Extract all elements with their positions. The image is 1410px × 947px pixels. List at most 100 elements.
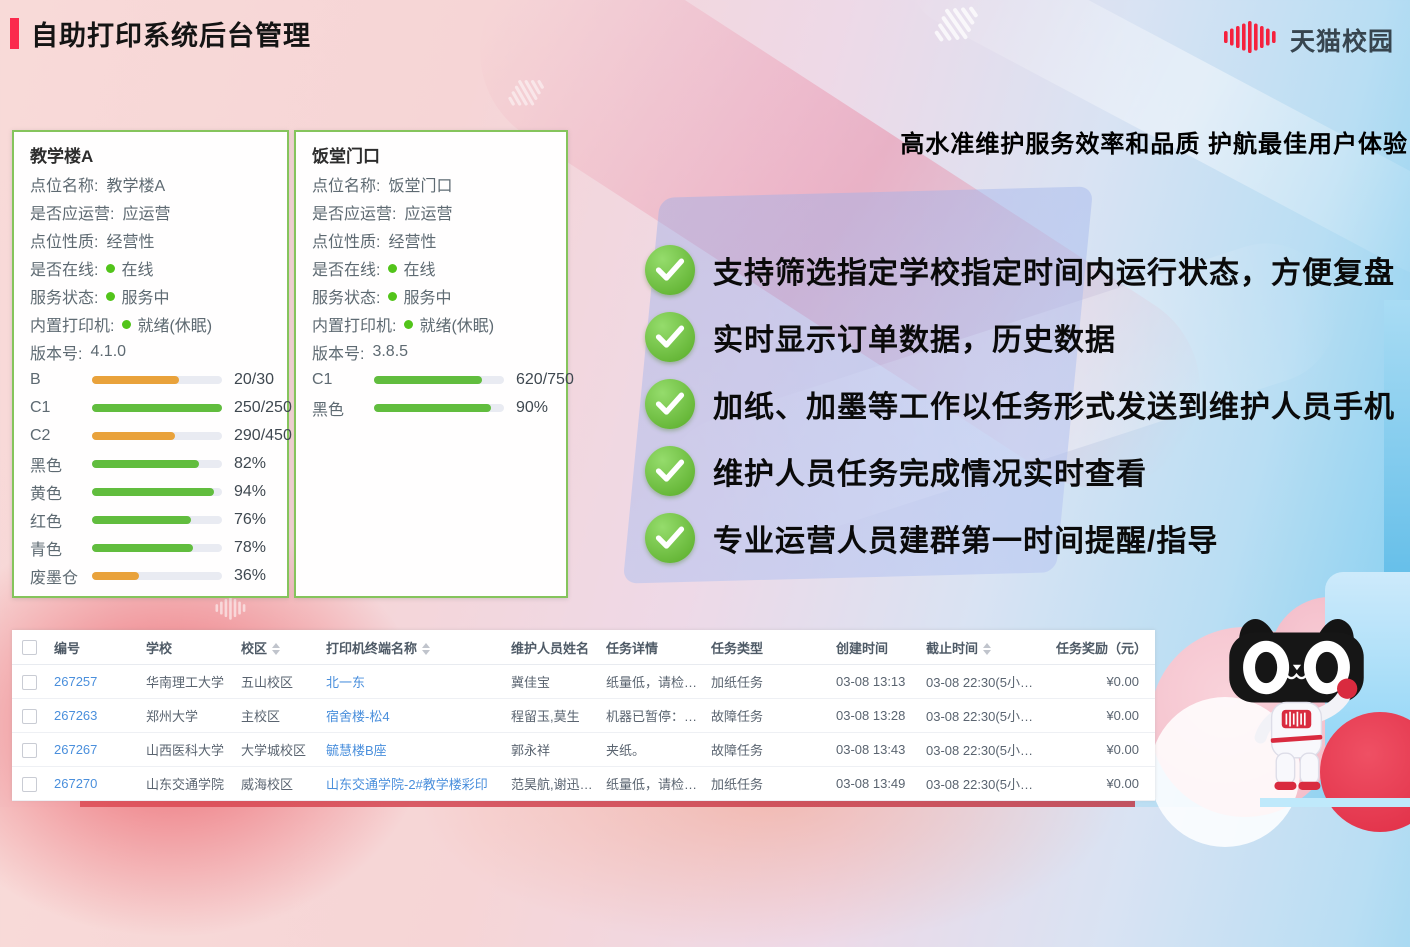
col-terminal: 打印机终端名称 <box>314 630 499 665</box>
feature-item: 专业运营人员建群第一时间提醒/指导 <box>645 513 1218 563</box>
table-row: 267257 华南理工大学 五山校区 北一东 冀佳宝 纸量低，请检查C1... … <box>12 665 1155 699</box>
check-circle-icon <box>645 513 695 563</box>
table-row: 267270 山东交通学院 威海校区 山东交通学院-2#教学楼彩印 范昊航,谢迅… <box>12 767 1155 801</box>
supply-bar: 红色76% <box>30 506 271 534</box>
check-circle-icon <box>645 245 695 295</box>
status-card-canteen: 饭堂门口 点位名称:饭堂门口 是否应运营:应运营 点位性质:经营性 是否在线:在… <box>294 130 568 598</box>
tmall-bars-icon <box>1223 20 1283 59</box>
headline: 高水准维护服务效率和品质 护航最佳用户体验 <box>900 124 1408 159</box>
feature-text: 实时显示订单数据，历史数据 <box>713 315 1116 359</box>
col-id: 编号 <box>42 630 134 665</box>
feature-item: 加纸、加墨等工作以任务形式发送到维护人员手机 <box>645 379 1395 429</box>
card-field: 服务状态:服务中 <box>312 282 550 310</box>
card-field: 内置打印机:就绪(休眠) <box>30 310 271 338</box>
card-field: 是否应运营:应运营 <box>312 198 550 226</box>
feature-text: 支持筛选指定学校指定时间内运行状态，方便复盘 <box>713 248 1395 292</box>
feature-item: 维护人员任务完成情况实时查看 <box>645 446 1147 496</box>
progress-bar <box>92 432 222 440</box>
progress-bar <box>92 516 222 524</box>
check-circle-icon <box>645 379 695 429</box>
col-school: 学校 <box>134 630 229 665</box>
progress-bar <box>92 488 222 496</box>
check-circle-icon <box>645 312 695 362</box>
card-field: 点位性质:经营性 <box>30 226 271 254</box>
terminal-link[interactable]: 山东交通学院-2#教学楼彩印 <box>326 777 488 792</box>
brand-logo: 天猫校园 <box>1223 20 1394 59</box>
feature-text: 加纸、加墨等工作以任务形式发送到维护人员手机 <box>713 382 1395 426</box>
table-row: 267263 郑州大学 主校区 宿舍楼-松4 程留玉,莫生 机器已暂停：同学..… <box>12 699 1155 733</box>
terminal-link[interactable]: 北一东 <box>326 675 365 690</box>
row-checkbox[interactable] <box>22 743 37 758</box>
progress-bar <box>374 376 504 384</box>
table-header-row: 编号 学校 校区 打印机终端名称 维护人员姓名 任务详情 任务类型 创建时间 截… <box>12 630 1155 665</box>
status-dot <box>106 292 115 301</box>
supply-bar: C2290/450 <box>30 422 271 450</box>
supply-bar: 废墨仓36% <box>30 562 271 590</box>
supply-bar: C1250/250 <box>30 394 271 422</box>
status-dot <box>106 264 115 273</box>
card-field: 点位性质:经营性 <box>312 226 550 254</box>
terminal-link[interactable]: 宿舍楼-松4 <box>326 709 390 724</box>
card-field: 是否在线:在线 <box>312 254 550 282</box>
brand-name: 天猫校园 <box>1290 22 1394 58</box>
card-field: 点位名称:教学楼A <box>30 170 271 198</box>
whisker-bars-decoration <box>200 595 270 621</box>
supply-bar: C1620/750 <box>312 366 550 394</box>
status-dot <box>388 264 397 273</box>
bg-blue-edge <box>1384 300 1410 807</box>
feature-text: 维护人员任务完成情况实时查看 <box>713 449 1147 493</box>
task-table: 编号 学校 校区 打印机终端名称 维护人员姓名 任务详情 任务类型 创建时间 截… <box>12 630 1155 800</box>
status-dot <box>122 320 131 329</box>
task-id-link[interactable]: 267267 <box>54 742 97 757</box>
card-field: 服务状态:服务中 <box>30 282 271 310</box>
status-card-teaching-building: 教学楼A 点位名称:教学楼A 是否应运营:应运营 点位性质:经营性 是否在线:在… <box>12 130 289 598</box>
col-type: 任务类型 <box>699 630 824 665</box>
card-title: 饭堂门口 <box>312 144 550 170</box>
card-title: 教学楼A <box>30 144 271 170</box>
feature-item: 实时显示订单数据，历史数据 <box>645 312 1116 362</box>
title-accent-bar <box>10 18 19 49</box>
progress-bar <box>92 460 222 468</box>
status-dot <box>388 292 397 301</box>
row-checkbox[interactable] <box>22 777 37 792</box>
progress-bar <box>374 404 504 412</box>
whisker-bars-decoration <box>500 63 561 117</box>
check-circle-icon <box>645 446 695 496</box>
status-dot <box>404 320 413 329</box>
row-checkbox[interactable] <box>22 675 37 690</box>
card-field: 点位名称:饭堂门口 <box>312 170 550 198</box>
page-title: 自助打印系统后台管理 <box>31 14 311 53</box>
task-id-link[interactable]: 267257 <box>54 674 97 689</box>
sort-icon[interactable] <box>983 643 991 655</box>
supply-bar: B20/30 <box>30 366 271 394</box>
select-all-checkbox[interactable] <box>22 640 37 655</box>
card-field: 是否在线:在线 <box>30 254 271 282</box>
progress-bar <box>92 376 222 384</box>
feature-item: 支持筛选指定学校指定时间内运行状态，方便复盘 <box>645 245 1395 295</box>
col-detail: 任务详情 <box>594 630 699 665</box>
card-field: 版本号:4.1.0 <box>30 338 271 366</box>
supply-bar: 青色78% <box>30 534 271 562</box>
feature-text: 专业运营人员建群第一时间提醒/指导 <box>713 516 1218 560</box>
sort-icon[interactable] <box>272 643 280 655</box>
terminal-link[interactable]: 毓慧楼B座 <box>326 743 387 758</box>
supply-bar: 黑色82% <box>30 450 271 478</box>
col-created: 创建时间 <box>824 630 914 665</box>
col-campus: 校区 <box>229 630 314 665</box>
table-row: 267267 山西医科大学 大学城校区 毓慧楼B座 郭永祥 夹纸。 故障任务 0… <box>12 733 1155 767</box>
col-reward: 任务奖励（元） <box>1044 630 1155 665</box>
card-field: 内置打印机:就绪(休眠) <box>312 310 550 338</box>
row-checkbox[interactable] <box>22 709 37 724</box>
progress-bar <box>92 404 222 412</box>
supply-bar: 黄色94% <box>30 478 271 506</box>
task-id-link[interactable]: 267270 <box>54 776 97 791</box>
progress-bar <box>92 544 222 552</box>
col-person: 维护人员姓名 <box>499 630 594 665</box>
supply-bar: 黑色90% <box>312 394 550 422</box>
sort-icon[interactable] <box>422 643 430 655</box>
tmall-cat-mascot <box>1209 605 1384 805</box>
task-id-link[interactable]: 267263 <box>54 708 97 723</box>
col-deadline: 截止时间 <box>914 630 1044 665</box>
card-field: 版本号:3.8.5 <box>312 338 550 366</box>
card-field: 是否应运营:应运营 <box>30 198 271 226</box>
